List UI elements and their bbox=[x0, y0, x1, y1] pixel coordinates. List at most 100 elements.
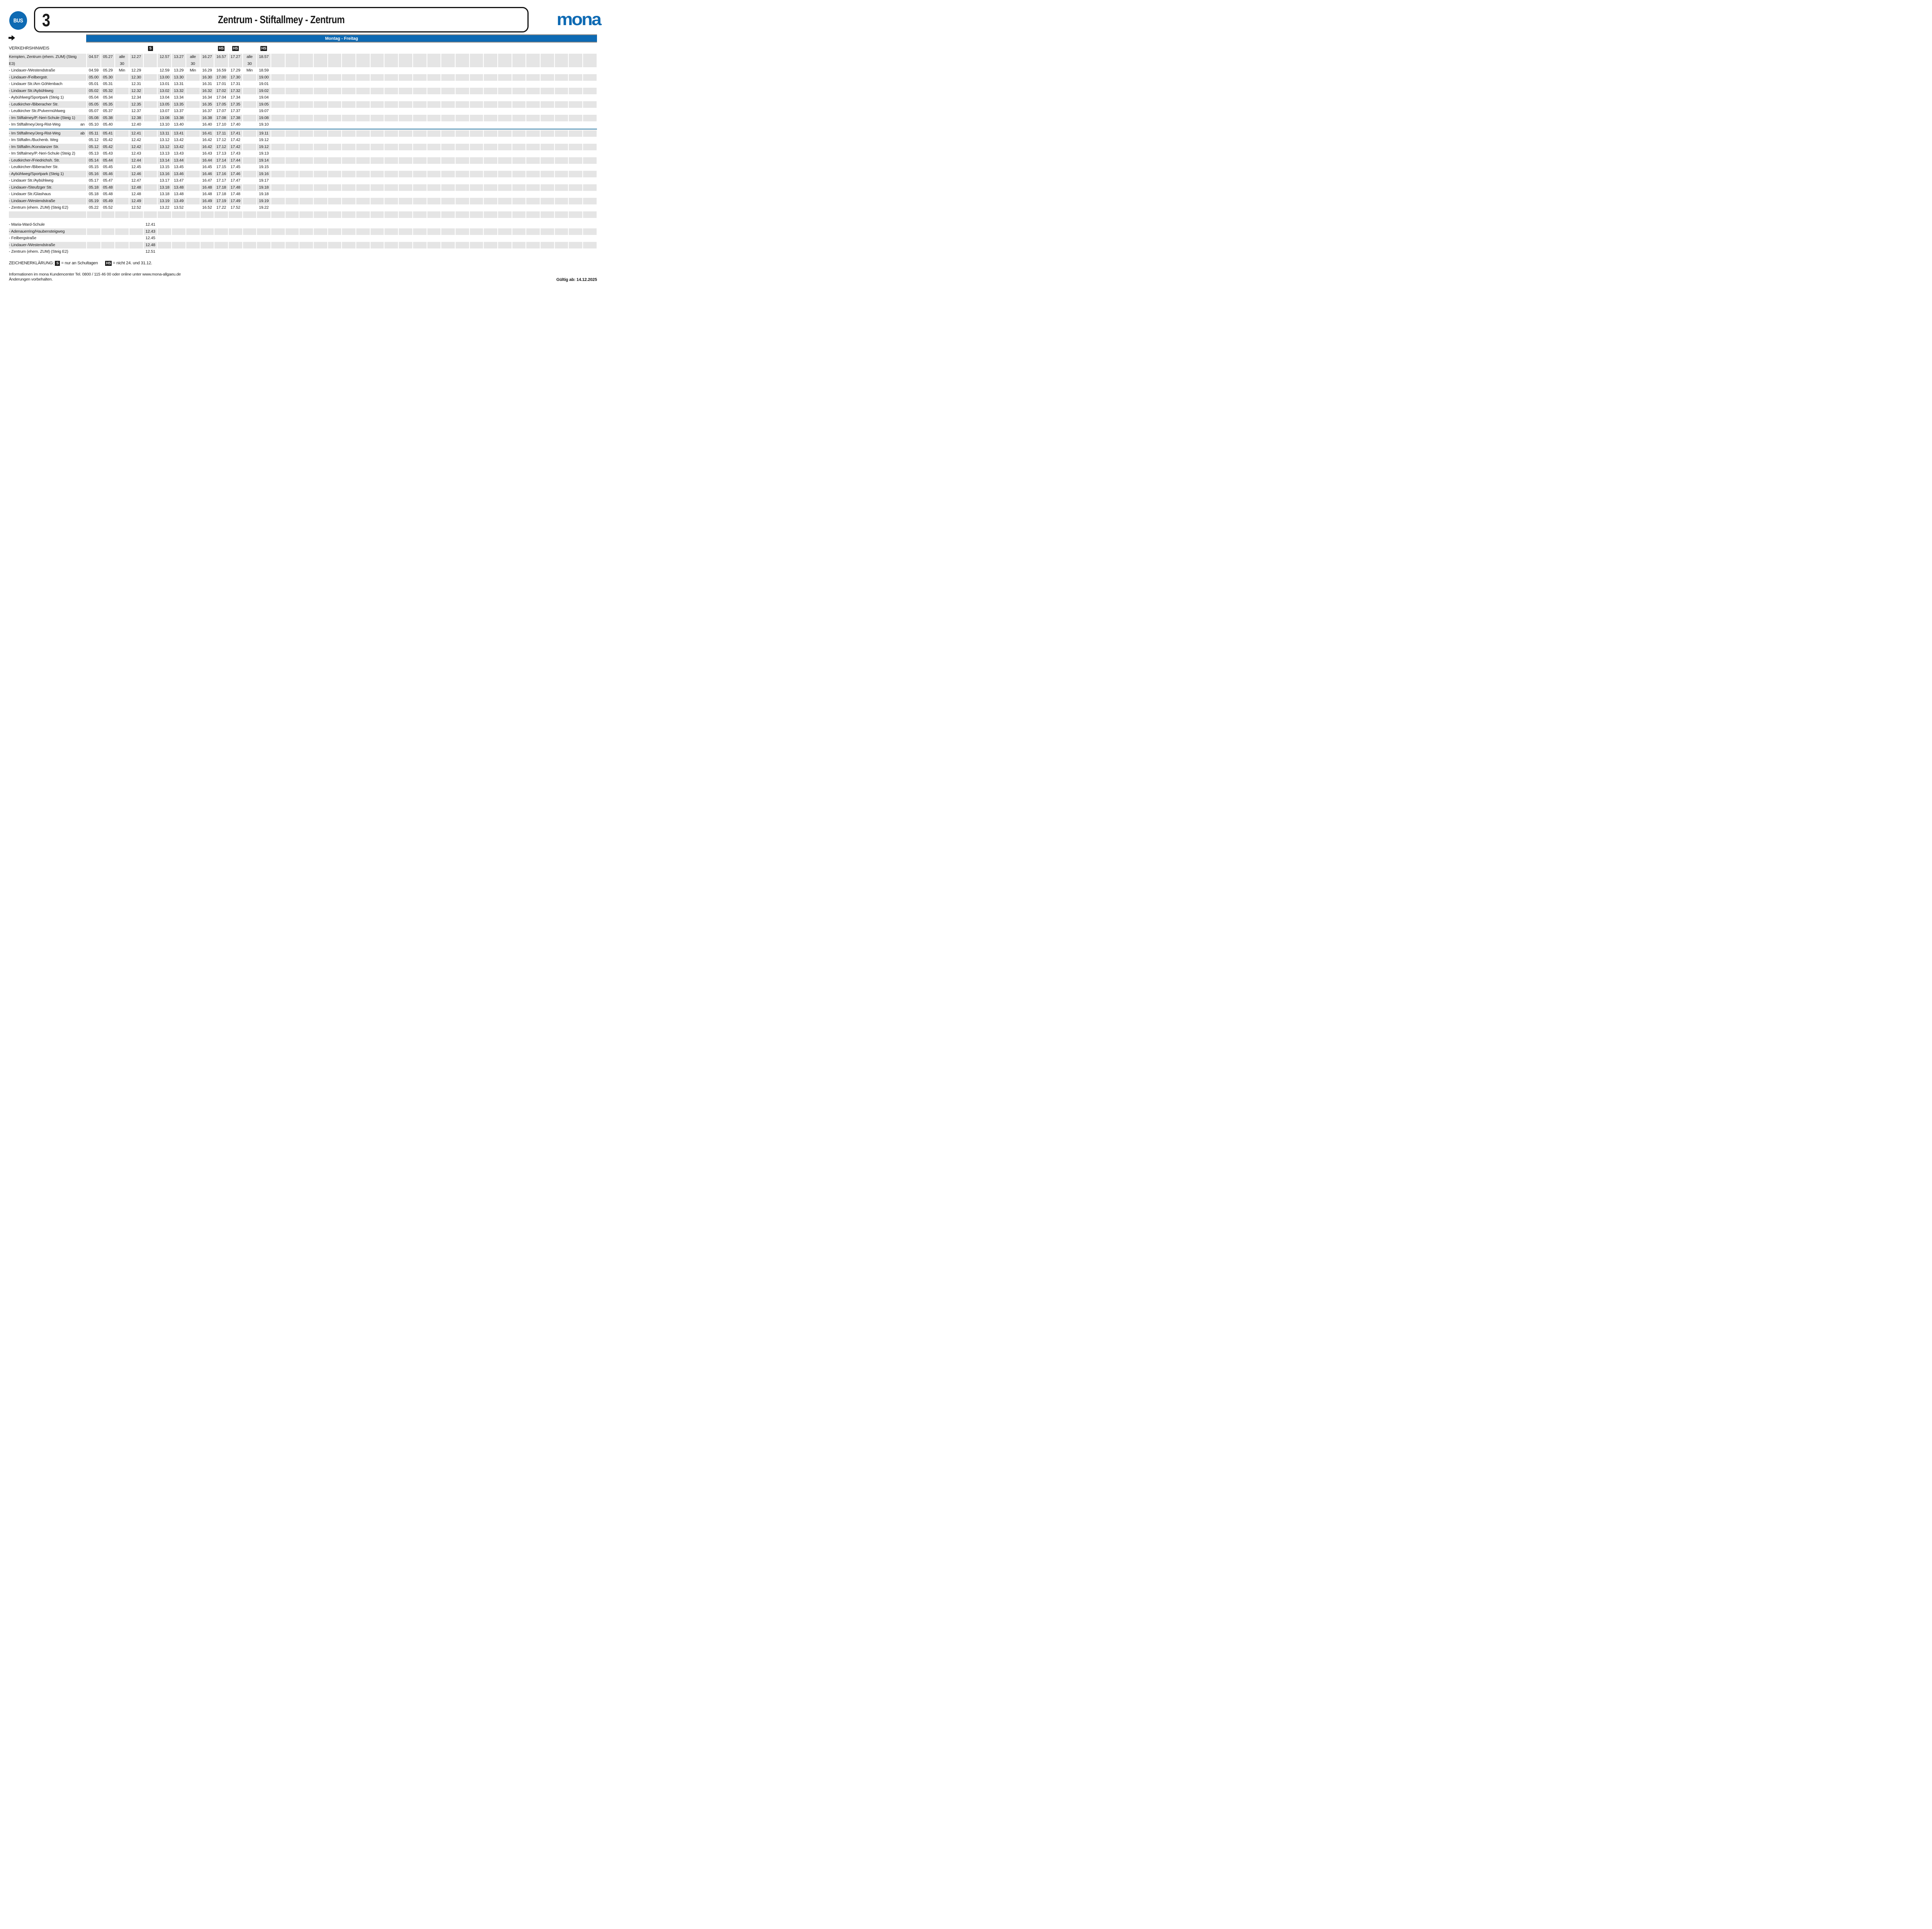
time-cell bbox=[526, 94, 540, 101]
table-row: - Im Stiftalmey/P.-Neri-Schule (Steig 1)… bbox=[9, 115, 597, 122]
time-cell bbox=[441, 184, 455, 191]
time-cell bbox=[115, 235, 129, 242]
time-cell bbox=[371, 54, 384, 67]
time-cell: 13.07 bbox=[158, 108, 171, 115]
time-cell bbox=[271, 248, 285, 255]
time-cell bbox=[555, 198, 568, 205]
time-cell bbox=[328, 211, 342, 218]
time-cell: 17.18 bbox=[214, 191, 228, 198]
time-cell bbox=[583, 235, 597, 242]
time-cell bbox=[583, 228, 597, 235]
time-cell bbox=[115, 171, 129, 178]
time-cell bbox=[299, 54, 313, 67]
time-cell bbox=[356, 115, 370, 122]
time-cell bbox=[526, 177, 540, 184]
time-cell: 19.05 bbox=[257, 101, 270, 108]
time-cell bbox=[470, 198, 483, 205]
time-cell bbox=[371, 130, 384, 137]
time-cell bbox=[498, 242, 512, 249]
time-cell bbox=[342, 242, 355, 249]
time-cell bbox=[427, 171, 441, 178]
time-cell: 16.38 bbox=[201, 115, 214, 122]
hint-cell bbox=[371, 46, 384, 51]
time-cell bbox=[271, 88, 285, 95]
time-cell bbox=[583, 150, 597, 157]
time-cell bbox=[299, 88, 313, 95]
time-cell: 17.18 bbox=[214, 184, 228, 191]
time-cell bbox=[371, 235, 384, 242]
time-cell bbox=[399, 171, 412, 178]
time-cell bbox=[441, 164, 455, 171]
time-cell bbox=[526, 101, 540, 108]
time-cell bbox=[541, 211, 554, 218]
stop-name: - Lindauer-/Westendstraße bbox=[9, 67, 55, 74]
time-cell bbox=[569, 108, 582, 115]
time-cell bbox=[399, 144, 412, 151]
legend: ZEICHENERKLÄRUNG: S = nur an Schultagen … bbox=[9, 261, 597, 266]
time-cell bbox=[427, 242, 441, 249]
time-cell bbox=[484, 81, 497, 88]
time-cell bbox=[456, 211, 469, 218]
time-cell bbox=[186, 211, 200, 218]
time-cell bbox=[456, 115, 469, 122]
time-cell bbox=[498, 144, 512, 151]
time-cell bbox=[384, 184, 398, 191]
time-cell bbox=[526, 171, 540, 178]
time-cell bbox=[484, 94, 497, 101]
time-cell bbox=[342, 81, 355, 88]
time-cell: 17.41 bbox=[229, 130, 242, 137]
time-cell bbox=[427, 228, 441, 235]
time-cell bbox=[115, 164, 129, 171]
table-row: - Leutkircher-/Biberacher Str.05.0505.35… bbox=[9, 101, 597, 108]
time-cell bbox=[371, 94, 384, 101]
time-cell bbox=[243, 211, 257, 218]
time-cell bbox=[470, 74, 483, 81]
time-cell bbox=[427, 204, 441, 211]
time-cell: 13.47 bbox=[172, 177, 185, 184]
stop-name-cell: - Lindauer-/Westendstraße bbox=[9, 67, 86, 74]
stop-name: - Im Stiftallmey/Jerg-Rist-Weg bbox=[9, 130, 60, 137]
time-cell bbox=[541, 81, 554, 88]
time-cell bbox=[441, 248, 455, 255]
time-cell bbox=[413, 54, 427, 67]
time-cell bbox=[569, 235, 582, 242]
time-cell bbox=[271, 115, 285, 122]
time-cell: 13.08 bbox=[158, 115, 171, 122]
time-cell bbox=[172, 242, 185, 249]
time-cell: 13.14 bbox=[158, 157, 171, 164]
table-row: - Aybühlweg/Sportpark (Steig 1)05.0405.3… bbox=[9, 94, 597, 101]
time-cell bbox=[115, 198, 129, 205]
legend-item-holidays: HS = nicht 24. und 31.12. bbox=[104, 261, 152, 266]
time-cell: 16.34 bbox=[201, 94, 214, 101]
time-cell bbox=[583, 137, 597, 144]
time-cell: 19.14 bbox=[257, 157, 270, 164]
time-cell bbox=[371, 150, 384, 157]
time-cell bbox=[299, 101, 313, 108]
time-cell bbox=[371, 177, 384, 184]
time-cell bbox=[271, 150, 285, 157]
time-cell bbox=[328, 228, 342, 235]
time-cell bbox=[441, 242, 455, 249]
time-cell bbox=[371, 242, 384, 249]
time-cell bbox=[186, 228, 200, 235]
time-cell: 16.48 bbox=[201, 184, 214, 191]
time-cell bbox=[172, 221, 185, 228]
time-cell bbox=[384, 101, 398, 108]
legend-text-holidays: = nicht 24. und 31.12. bbox=[113, 261, 152, 265]
time-cell bbox=[541, 221, 554, 228]
time-cell bbox=[342, 137, 355, 144]
time-cell bbox=[569, 221, 582, 228]
time-cell bbox=[413, 88, 427, 95]
time-cell: 19.13 bbox=[257, 150, 270, 157]
time-cell bbox=[484, 157, 497, 164]
time-cell bbox=[299, 130, 313, 137]
time-cell bbox=[441, 74, 455, 81]
time-cell bbox=[371, 108, 384, 115]
stop-name: - Zentrum (ehem. ZUM) (Steig E2) bbox=[9, 204, 68, 211]
time-cell: 13.37 bbox=[172, 108, 185, 115]
time-cell bbox=[526, 54, 540, 67]
time-cell bbox=[569, 54, 582, 67]
time-cell bbox=[470, 191, 483, 198]
time-cell: 16.46 bbox=[201, 171, 214, 178]
time-cell bbox=[314, 54, 327, 67]
